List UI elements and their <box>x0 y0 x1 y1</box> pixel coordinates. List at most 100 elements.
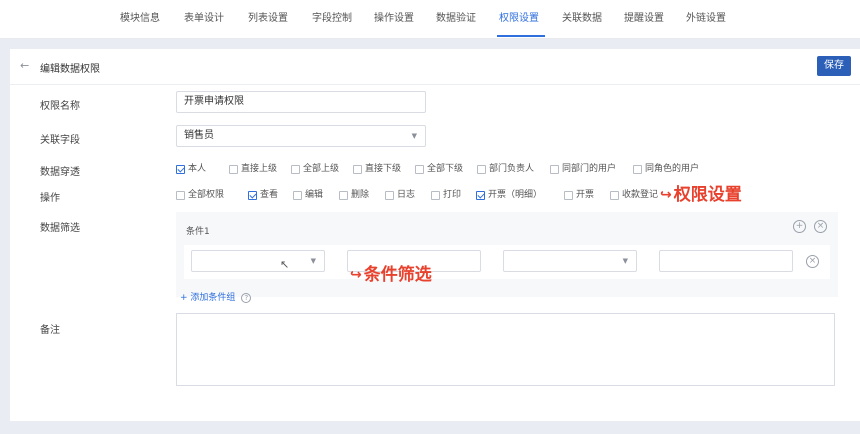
checkbox-icon <box>176 190 185 200</box>
related-field-label: 关联字段 <box>40 135 80 146</box>
option-label: 同角色的用户 <box>645 164 700 174</box>
related-field-value: 销售员 <box>184 130 214 141</box>
tab-module-info[interactable]: 模块信息 <box>120 0 160 38</box>
checkbox-icon <box>339 190 348 200</box>
option-label: 编辑 <box>305 190 324 200</box>
annotation-condition-filter: ↪ 条件筛选 <box>350 260 432 285</box>
operation-option-all[interactable]: 全部权限 <box>176 188 224 202</box>
annotation-text: 权限设置 <box>673 185 742 205</box>
operation-option-edit[interactable]: 编辑 <box>293 188 323 202</box>
top-tab-bar: 模块信息 表单设计 列表设置 字段控制 操作设置 数据验证 权限设置 关联数据 … <box>0 0 860 39</box>
permission-name-value: 开票申请权限 <box>184 96 244 107</box>
checkbox-icon <box>229 164 238 174</box>
checkbox-icon <box>610 190 619 200</box>
checkbox-icon <box>291 164 300 174</box>
option-label: 全部权限 <box>188 190 225 200</box>
remark-textarea[interactable] <box>176 313 835 386</box>
option-label: 全部下级 <box>427 164 464 174</box>
tab-form-design[interactable]: 表单设计 <box>184 0 224 38</box>
curved-arrow-icon: ↪ <box>350 267 362 283</box>
operation-option-payment-registration[interactable]: 收款登记 <box>610 188 658 202</box>
add-condition-group-button[interactable]: + 添加条件组? <box>180 290 252 303</box>
permission-name-input[interactable]: 开票申请权限 <box>176 91 426 113</box>
page-title: 编辑数据权限 <box>40 64 100 75</box>
add-condition-group-label: + 添加条件组 <box>180 293 236 303</box>
chevron-down-icon: ▼ <box>622 257 628 265</box>
chevron-down-icon: ▼ <box>310 257 316 265</box>
operation-option-invoice-detail[interactable]: 开票（明细） <box>476 188 542 202</box>
condition-value-select[interactable]: ▼ <box>503 250 637 272</box>
penetration-option-direct-subordinate[interactable]: 直接下级 <box>353 162 401 176</box>
condition-row: ▼ ↖ ▼ × <box>184 245 830 279</box>
active-tab-indicator <box>497 35 545 37</box>
checkbox-icon <box>385 190 394 200</box>
tab-reminder-settings[interactable]: 提醒设置 <box>624 0 664 38</box>
tab-data-validation[interactable]: 数据验证 <box>436 0 476 38</box>
option-label: 部门负责人 <box>489 164 535 174</box>
close-circle-icon[interactable]: × <box>814 220 827 233</box>
option-label: 收款登记 <box>622 190 659 200</box>
option-label: 删除 <box>351 190 370 200</box>
back-arrow-icon[interactable]: ← <box>20 59 29 72</box>
data-penetration-label: 数据穿透 <box>40 167 80 178</box>
help-icon[interactable]: ? <box>241 292 252 303</box>
tab-permission-settings[interactable]: 权限设置 <box>499 0 539 38</box>
chevron-down-icon: ▼ <box>411 132 417 140</box>
operation-option-print[interactable]: 打印 <box>431 188 461 202</box>
checkbox-icon <box>550 164 559 174</box>
checkbox-icon <box>477 164 486 174</box>
checkbox-checked-icon <box>476 190 485 200</box>
condition-title: 条件1 <box>186 227 210 237</box>
checkbox-icon <box>415 164 424 174</box>
remark-label: 备注 <box>40 325 60 336</box>
related-field-select[interactable]: 销售员 ▼ <box>176 125 426 147</box>
checkbox-icon <box>431 190 440 200</box>
tab-list-settings[interactable]: 列表设置 <box>248 0 288 38</box>
save-button[interactable]: 保存 <box>817 56 851 76</box>
tab-operation-settings[interactable]: 操作设置 <box>374 0 414 38</box>
remove-condition-icon[interactable]: × <box>806 255 819 268</box>
checkbox-icon <box>633 164 642 174</box>
option-label: 开票 <box>576 190 595 200</box>
tab-related-data[interactable]: 关联数据 <box>562 0 602 38</box>
option-label: 打印 <box>443 190 462 200</box>
option-label: 查看 <box>260 190 279 200</box>
option-label: 本人 <box>188 164 207 174</box>
penetration-option-all-superiors[interactable]: 全部上级 <box>291 162 339 176</box>
operation-option-delete[interactable]: 删除 <box>339 188 369 202</box>
option-label: 开票（明细） <box>488 190 543 200</box>
penetration-option-same-department[interactable]: 同部门的用户 <box>550 162 616 176</box>
condition-value-input[interactable] <box>659 250 793 272</box>
curved-arrow-icon: ↪ <box>660 187 672 203</box>
penetration-option-self[interactable]: 本人 <box>176 162 206 176</box>
penetration-option-direct-superior[interactable]: 直接上级 <box>229 162 277 176</box>
checkbox-icon <box>564 190 573 200</box>
operation-option-log[interactable]: 日志 <box>385 188 415 202</box>
data-filter-label: 数据筛选 <box>40 223 80 234</box>
condition-field-select[interactable]: ▼ ↖ <box>191 250 325 272</box>
option-label: 直接下级 <box>365 164 402 174</box>
option-label: 直接上级 <box>241 164 278 174</box>
annotation-text: 条件筛选 <box>363 265 432 285</box>
condition-group-1: 条件1 + × ▼ ↖ ▼ × <box>176 212 838 297</box>
option-label: 日志 <box>397 190 416 200</box>
operation-option-invoice[interactable]: 开票 <box>564 188 594 202</box>
penetration-option-same-role[interactable]: 同角色的用户 <box>633 162 699 176</box>
add-circle-icon[interactable]: + <box>793 220 806 233</box>
option-label: 同部门的用户 <box>562 164 617 174</box>
checkbox-checked-icon <box>176 164 185 174</box>
checkbox-icon <box>353 164 362 174</box>
checkbox-checked-icon <box>248 190 257 200</box>
penetration-option-department-head[interactable]: 部门负责人 <box>477 162 534 176</box>
operation-option-view[interactable]: 查看 <box>248 188 278 202</box>
penetration-option-all-subordinates[interactable]: 全部下级 <box>415 162 463 176</box>
tab-field-control[interactable]: 字段控制 <box>312 0 352 38</box>
panel-header: ← 编辑数据权限 保存 <box>10 49 860 85</box>
mouse-cursor-icon: ↖ <box>280 258 290 271</box>
annotation-permission-settings: ↪ 权限设置 <box>660 180 742 205</box>
edit-permission-panel: ← 编辑数据权限 保存 权限名称 开票申请权限 关联字段 销售员 ▼ 数据穿透 … <box>10 49 860 421</box>
option-label: 全部上级 <box>303 164 340 174</box>
tab-external-link-settings[interactable]: 外链设置 <box>686 0 726 38</box>
permission-name-label: 权限名称 <box>40 101 80 112</box>
checkbox-icon <box>293 190 302 200</box>
